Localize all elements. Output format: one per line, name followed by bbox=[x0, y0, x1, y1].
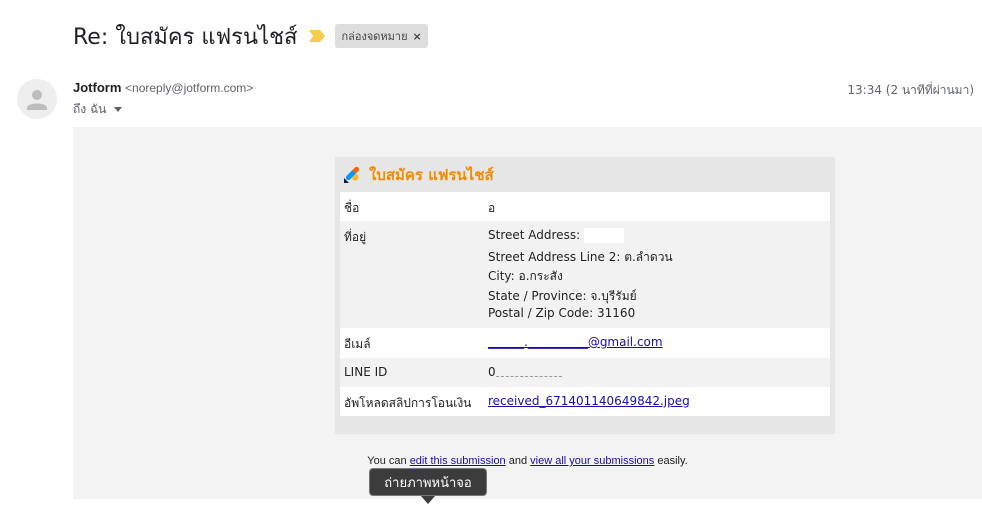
email-subject: Re: ใบสมัคร แฟรนไชส์ bbox=[73, 24, 298, 50]
table-row: ที่อยู่ Street Address: Street Address L… bbox=[340, 221, 830, 328]
address-city: City: อ.กระสัง bbox=[488, 269, 563, 283]
table-row: ชื่อ อ bbox=[340, 192, 830, 221]
table-row: อัพโหลดสลิปการโอนเงิน received_671401140… bbox=[340, 387, 830, 416]
form-fields-table: ชื่อ อ ที่อยู่ Street Address: Street Ad… bbox=[340, 192, 830, 416]
recipient-details-toggle[interactable]: ถึง ฉัน bbox=[73, 100, 123, 119]
email-body: ใบสมัคร แฟรนไชส์ ชื่อ อ ที่อยู่ Street A… bbox=[73, 127, 982, 499]
redacted-block bbox=[583, 228, 624, 243]
redacted-block bbox=[495, 201, 566, 216]
name-value: อ bbox=[488, 201, 496, 215]
field-value-email: ______.__________@gmail.com bbox=[488, 328, 830, 358]
form-header: ใบสมัคร แฟรนไชส์ bbox=[335, 157, 835, 192]
subject-row: Re: ใบสมัคร แฟรนไชส์ กล่องจดหมาย × bbox=[73, 20, 428, 52]
line-id-value: 0 bbox=[488, 365, 496, 379]
screenshot-tooltip: ถ่ายภาพหน้าจอ bbox=[369, 468, 487, 496]
footer-note: You can edit this submission and view al… bbox=[73, 455, 982, 467]
field-value-upload-slip: received_671401140649842.jpeg bbox=[488, 387, 830, 416]
view-submissions-link[interactable]: view all your submissions bbox=[530, 455, 654, 467]
field-label-email: อีเมล์ bbox=[344, 337, 371, 351]
address-province: State / Province: จ.บุรีรัมย์ bbox=[488, 288, 637, 303]
field-label-name: ชื่อ bbox=[344, 201, 360, 215]
jotform-logo-icon bbox=[344, 166, 360, 183]
field-value-name: อ bbox=[488, 192, 830, 221]
chevron-down-icon[interactable] bbox=[114, 107, 123, 112]
message-timestamp: 13:34 (2 นาทีที่ผ่านมา) bbox=[847, 83, 974, 97]
sender-email: <noreply@jotform.com> bbox=[125, 81, 254, 95]
importance-marker-icon[interactable] bbox=[309, 30, 326, 42]
address-line2: Street Address Line 2: ต.ลำดวน bbox=[488, 249, 673, 264]
remove-label-button[interactable]: × bbox=[413, 30, 422, 43]
footer-middle: and bbox=[508, 455, 528, 467]
footer-prefix: You can bbox=[367, 455, 407, 467]
person-icon bbox=[27, 90, 47, 110]
form-submission-card: ใบสมัคร แฟรนไชส์ ชื่อ อ ที่อยู่ Street A… bbox=[335, 157, 835, 434]
address-zip: Postal / Zip Code: 31160 bbox=[488, 306, 636, 320]
field-label-address: ที่อยู่ bbox=[344, 230, 367, 244]
redacted-block bbox=[495, 368, 562, 377]
field-label-upload-slip: อัพโหลดสลิปการโอนเงิน bbox=[344, 396, 472, 410]
table-row: LINE ID 0 bbox=[340, 358, 830, 387]
field-value-line-id: 0 bbox=[488, 358, 830, 387]
table-row: อีเมล์ ______.__________@gmail.com bbox=[340, 328, 830, 358]
avatar bbox=[17, 79, 57, 119]
sender-line: Jotform <noreply@jotform.com> bbox=[73, 80, 253, 95]
tooltip-pointer bbox=[421, 496, 435, 504]
uploaded-file-link[interactable]: received_671401140649842.jpeg bbox=[488, 394, 690, 408]
inbox-label-chip[interactable]: กล่องจดหมาย × bbox=[335, 24, 428, 48]
inbox-label-text: กล่องจดหมาย bbox=[341, 30, 408, 43]
footer-suffix: easily. bbox=[657, 455, 688, 467]
email-link[interactable]: ______.__________@gmail.com bbox=[488, 335, 663, 349]
field-value-address: Street Address: Street Address Line 2: ต… bbox=[488, 221, 830, 328]
address-street: Street Address: bbox=[488, 228, 581, 242]
sender-name[interactable]: Jotform bbox=[73, 80, 121, 95]
edit-submission-link[interactable]: edit this submission bbox=[410, 455, 506, 467]
recipient-text: ถึง ฉัน bbox=[73, 102, 107, 116]
form-title: ใบสมัคร แฟรนไชส์ bbox=[369, 165, 494, 184]
field-label-line-id: LINE ID bbox=[344, 365, 388, 379]
